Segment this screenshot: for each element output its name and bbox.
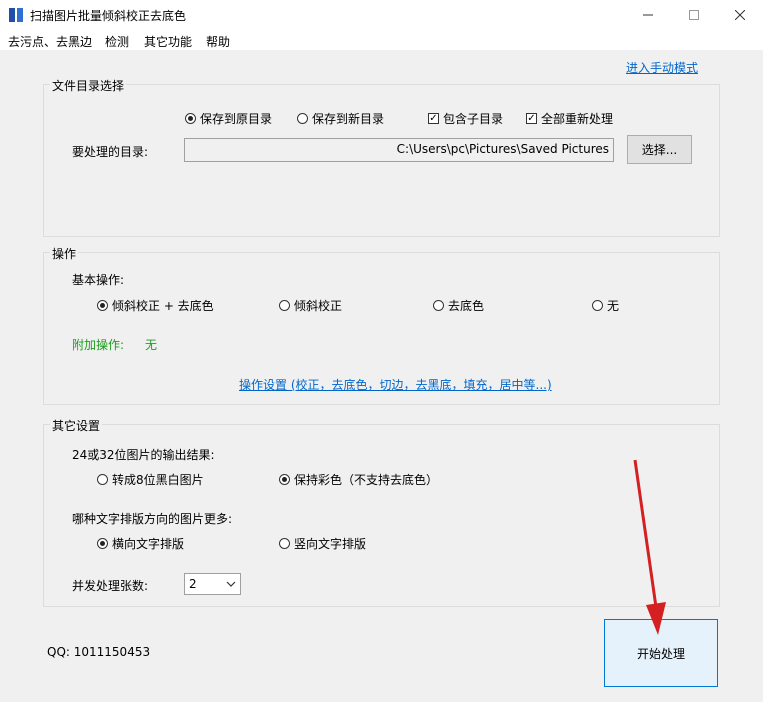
menu-despeckle[interactable]: 去污点、去黑边: [8, 33, 92, 50]
menu-other-functions[interactable]: 其它功能: [144, 33, 192, 50]
qq-contact: QQ: 1011150453: [47, 645, 151, 659]
minimize-button[interactable]: [625, 0, 671, 30]
basic-op-label: 基本操作:: [72, 273, 125, 287]
chevron-down-icon: [226, 581, 236, 587]
radio-save-original[interactable]: 保存到原目录: [185, 110, 272, 127]
choose-dir-button[interactable]: 选择...: [627, 135, 692, 164]
extra-op-value: 无: [145, 338, 158, 352]
extra-op-label: 附加操作:: [72, 338, 125, 352]
close-icon: [735, 10, 745, 20]
menu-bar: 去污点、去黑边 检测 其它功能 帮助: [0, 30, 763, 51]
checkmark-icon: ✓: [428, 113, 439, 124]
dir-path-input[interactable]: C:\Users\pc\Pictures\Saved Pictures: [184, 138, 614, 162]
radio-convert-8bit[interactable]: 转成8位黑白图片: [97, 471, 204, 488]
app-icon: [9, 8, 23, 22]
text-direction-label: 哪种文字排版方向的图片更多:: [72, 512, 233, 526]
maximize-button[interactable]: [671, 0, 717, 30]
radio-deskew-and-remove-bg[interactable]: 倾斜校正 + 去底色: [97, 297, 214, 314]
radio-keep-color[interactable]: 保持彩色（不支持去底色）: [279, 471, 438, 488]
output-label: 24或32位图片的输出结果:: [72, 448, 215, 462]
annotation-arrow-icon: [633, 459, 666, 635]
menu-detect[interactable]: 检测: [105, 33, 129, 50]
maximize-icon: [689, 10, 699, 20]
dir-label: 要处理的目录:: [72, 145, 149, 159]
radio-horizontal-text[interactable]: 横向文字排版: [97, 535, 184, 552]
directory-group-title: 文件目录选择: [50, 77, 127, 94]
concurrency-select[interactable]: 2: [184, 573, 241, 595]
radio-remove-bg[interactable]: 去底色: [433, 297, 484, 314]
checkmark-icon: ✓: [526, 113, 537, 124]
radio-deskew[interactable]: 倾斜校正: [279, 297, 342, 314]
close-button[interactable]: [717, 0, 763, 30]
radio-none[interactable]: 无: [592, 297, 619, 314]
concurrency-label: 并发处理张数:: [72, 579, 149, 593]
checkbox-reprocess-all[interactable]: ✓ 全部重新处理: [526, 110, 613, 127]
menu-help[interactable]: 帮助: [206, 33, 230, 50]
other-settings-title: 其它设置: [50, 417, 103, 434]
radio-vertical-text[interactable]: 竖向文字排版: [279, 535, 366, 552]
checkbox-include-subdir[interactable]: ✓ 包含子目录: [428, 110, 503, 127]
minimize-icon: [643, 14, 653, 16]
title-bar: 扫描图片批量倾斜校正去底色: [0, 0, 763, 30]
radio-save-new[interactable]: 保存到新目录: [297, 110, 384, 127]
manual-mode-link[interactable]: 进入手动模式: [626, 59, 698, 76]
operation-group-title: 操作: [50, 245, 79, 262]
operation-settings-link[interactable]: 操作设置 (校正，去底色，切边，去黑底，填充，居中等...): [239, 376, 552, 393]
window-title: 扫描图片批量倾斜校正去底色: [30, 9, 187, 23]
